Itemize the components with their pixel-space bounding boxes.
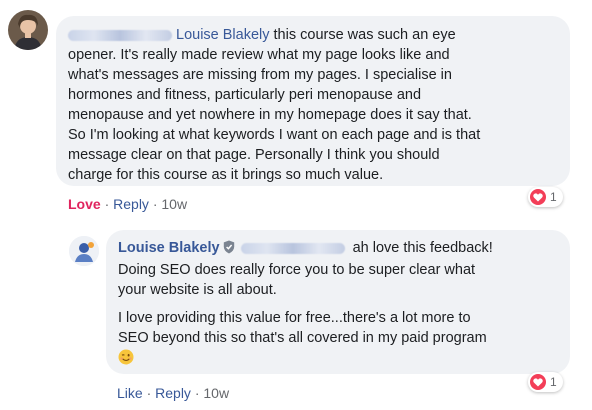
reply-first-text: ah love this feedback! <box>352 240 493 256</box>
reply-text-line: your website is all about. <box>118 282 277 298</box>
separator: · <box>146 385 152 401</box>
comment-text-line: what's messages are missing from my page… <box>68 67 452 83</box>
winking-emoji-icon <box>118 348 558 368</box>
reply-link[interactable]: Reply <box>113 196 149 212</box>
reply-text-line: I love providing this value for free...t… <box>118 310 471 326</box>
timestamp[interactable]: 10w <box>203 385 229 401</box>
reaction-count: 1 <box>550 190 557 204</box>
comment-first-line: Louise Blakely this course was such an e… <box>68 25 558 45</box>
comment-text-line: opener. It's really made review what my … <box>68 47 450 63</box>
comment-actions: Love · Reply · 10w <box>68 196 187 212</box>
reply-text-line: Doing SEO does really force you to be su… <box>118 262 476 278</box>
love-reaction-link[interactable]: Love <box>68 196 101 212</box>
comment-text-line: message clear on that page. Personally I… <box>68 147 440 163</box>
comment-text-line: menopause and yet nowhere in my homepage… <box>68 107 472 123</box>
like-link[interactable]: Like <box>117 385 143 401</box>
reply-first-line: Louise Blakely ah love this feedback! <box>118 238 558 260</box>
comment-text-line: So I'm looking at what keywords I want o… <box>68 127 481 143</box>
separator: · <box>194 385 200 401</box>
heart-icon <box>530 374 546 390</box>
comment-reaction-count[interactable]: 1 <box>528 187 563 207</box>
comment-bubble: Louise Blakely this course was such an e… <box>56 16 570 186</box>
shield-icon <box>223 240 235 260</box>
reply-reaction-count[interactable]: 1 <box>528 372 563 392</box>
heart-icon <box>530 189 546 205</box>
reply-bubble: Louise Blakely ah love this feedback! Do… <box>106 230 570 374</box>
comment-text-line: hormones and fitness, particularly peri … <box>68 87 422 103</box>
timestamp[interactable]: 10w <box>161 196 187 212</box>
reply-link[interactable]: Reply <box>155 385 191 401</box>
reply-actions: Like · Reply · 10w <box>117 385 229 401</box>
separator: · <box>152 196 158 212</box>
separator: · <box>104 196 110 212</box>
reaction-count: 1 <box>550 375 557 389</box>
redacted-mention <box>240 242 345 254</box>
reply-text-line: SEO beyond this so that's all covered in… <box>118 330 487 346</box>
comment-thread: Louise Blakely this course was such an e… <box>0 0 592 410</box>
comment-text-line: this course was such an eye <box>273 27 456 43</box>
replier-avatar[interactable] <box>69 236 99 266</box>
commenter-avatar[interactable] <box>8 10 48 50</box>
comment-author-name[interactable]: Louise Blakely <box>176 27 270 43</box>
comment-text-line: charge for this course as it brings so m… <box>68 167 384 183</box>
reply-author-name[interactable]: Louise Blakely <box>118 240 220 256</box>
redacted-mention <box>68 29 172 41</box>
